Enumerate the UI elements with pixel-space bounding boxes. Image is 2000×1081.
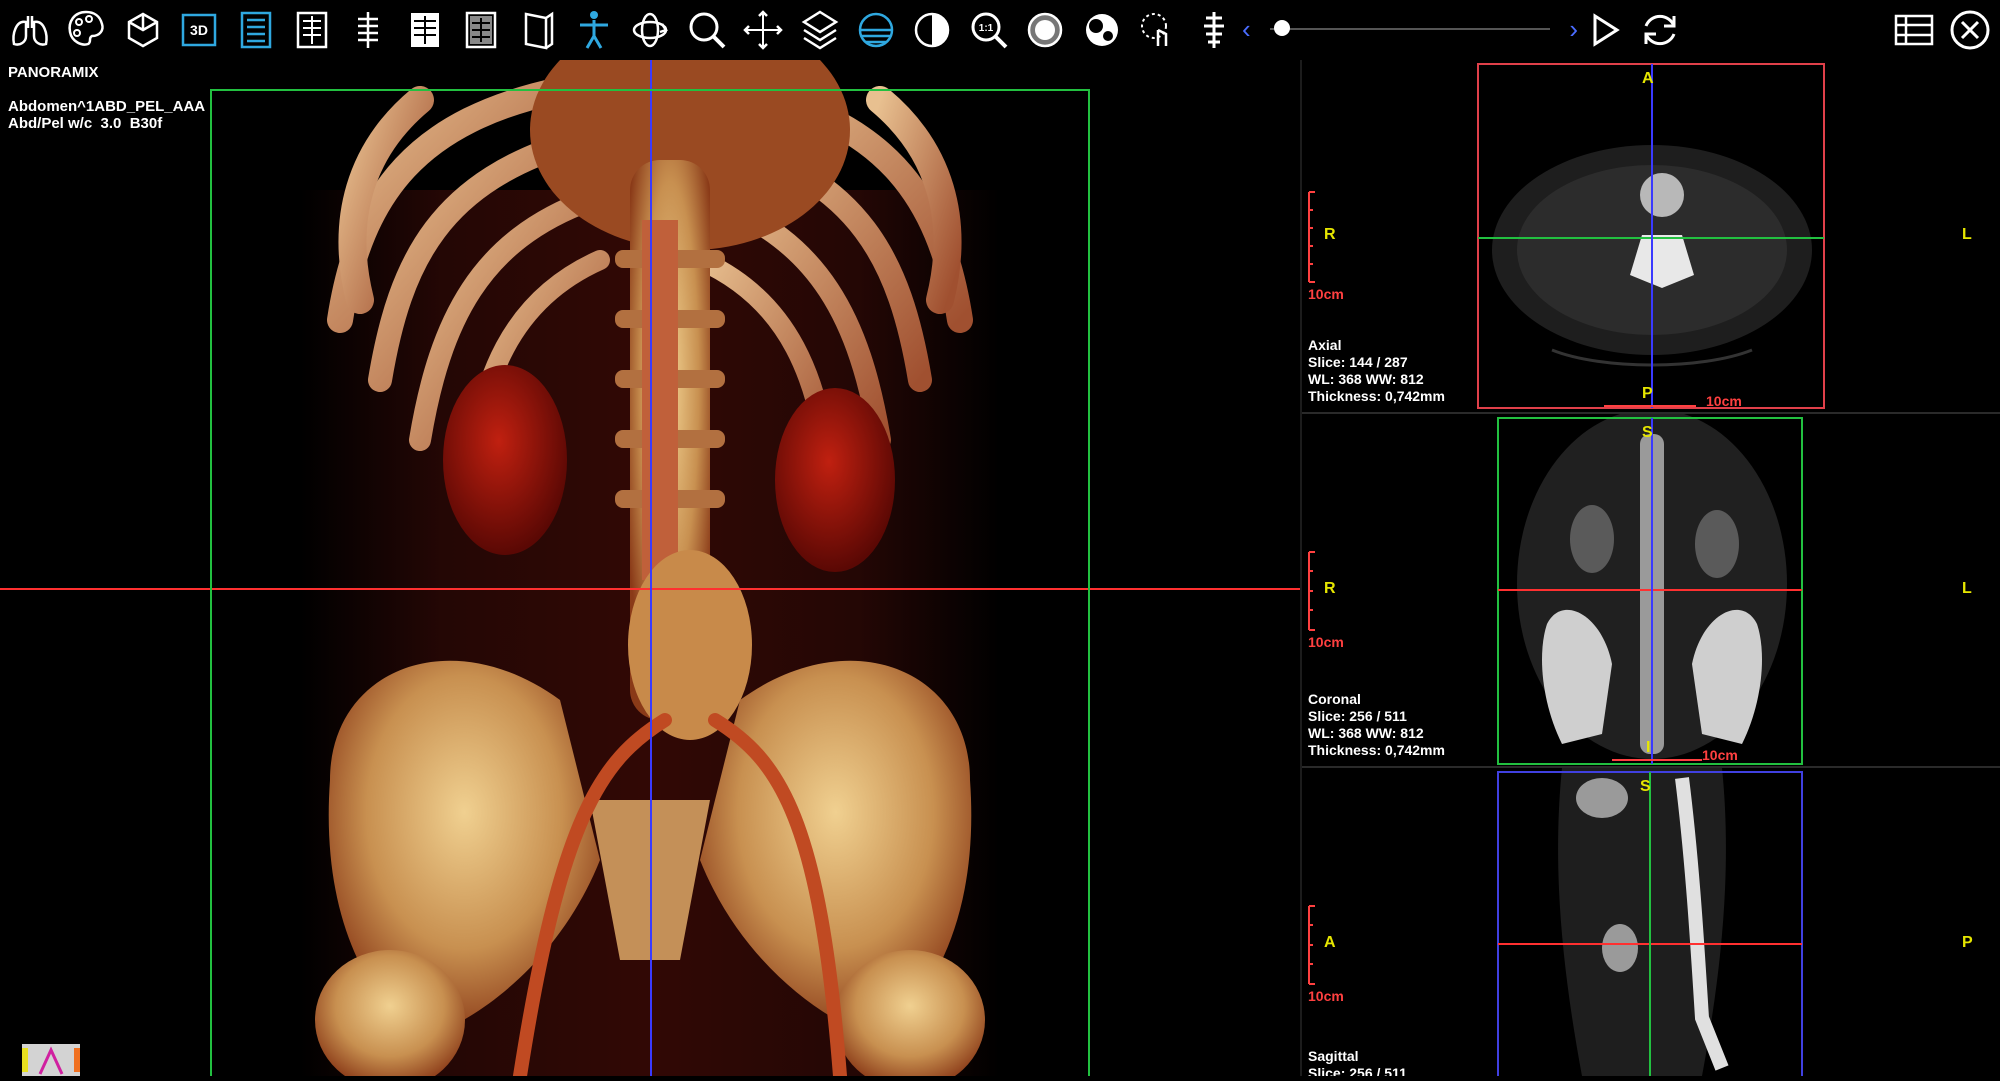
slider-track[interactable] [1270, 28, 1550, 30]
coronal-view[interactable]: S I R L 10cm 10cm Coronal Slice: 256 / 5… [1302, 414, 2000, 768]
sagittal-scale-label: 10cm [1308, 988, 1344, 1004]
axial-thickness: Thickness: 0,742mm [1308, 388, 1445, 404]
windowing-icon[interactable] [852, 6, 900, 54]
anatomy-figure-icon[interactable] [570, 6, 618, 54]
axial-info: Axial Slice: 144 / 287 WL: 368 WW: 812 T… [1308, 337, 1445, 405]
series-description: Abd/Pel w/c 3.0 B30f [8, 115, 163, 132]
contrast-icon[interactable] [908, 6, 956, 54]
inverse-icon[interactable] [1078, 6, 1126, 54]
spine-labels-icon[interactable] [1190, 6, 1238, 54]
sagittal-orient-top: S [1640, 778, 1651, 795]
coronal-scale-label: 10cm [1308, 634, 1344, 650]
sagittal-info: Sagittal Slice: 256 / 511 [1308, 1048, 1407, 1076]
sagittal-title: Sagittal [1308, 1048, 1359, 1064]
zoom-icon[interactable] [683, 6, 731, 54]
orientation-cube-icon[interactable] [22, 1044, 80, 1076]
sagittal-view[interactable]: S A P 10cm Sagittal Slice: 256 / 511 [1302, 768, 2000, 1076]
axial-orient-top: A [1642, 70, 1654, 87]
palette-icon[interactable] [62, 6, 110, 54]
toolbar: 3D 1:1 ‹ › [0, 0, 2000, 60]
slider-thumb[interactable] [1274, 20, 1290, 36]
sagittal-orient-left: A [1324, 934, 1336, 951]
opacity-icon[interactable] [1021, 6, 1069, 54]
svg-text:1:1: 1:1 [979, 23, 994, 34]
close-icon[interactable] [1946, 6, 1994, 54]
axial-orient-left: R [1324, 226, 1336, 243]
app-name: PANORAMIX [8, 64, 99, 81]
cube-3d-icon[interactable] [119, 6, 167, 54]
coronal-orient-top: S [1642, 424, 1653, 441]
coronal-thickness: Thickness: 0,742mm [1308, 742, 1445, 758]
axial-slice: Slice: 144 / 287 [1308, 354, 1408, 370]
coronal-orient-bottom: I [1646, 739, 1651, 756]
axial-orient-right: L [1962, 226, 1972, 243]
axial-view[interactable]: A P R L 10cm 10cm Axial Slice: 144 / 287… [1302, 60, 2000, 414]
volume-render-image [0, 60, 1300, 1076]
touch-select-icon[interactable] [1134, 6, 1182, 54]
coronal-slab-icon[interactable] [232, 6, 280, 54]
bones-slab-icon[interactable] [288, 6, 336, 54]
sagittal-image [1302, 768, 2000, 1076]
axial-scale-bottom-label: 10cm [1706, 393, 1742, 409]
coronal-orient-right: L [1962, 580, 1972, 597]
slider-next-icon[interactable]: › [1569, 14, 1578, 44]
slider-prev-icon[interactable]: ‹ [1242, 14, 1251, 44]
coronal-orient-left: R [1324, 580, 1336, 597]
coronal-info: Coronal Slice: 256 / 511 WL: 368 WW: 812… [1308, 691, 1445, 759]
coronal-scale-bottom-label: 10cm [1702, 747, 1738, 763]
rotate-3d-icon[interactable] [626, 6, 674, 54]
study-description: Abdomen^1ABD_PEL_AAA [8, 98, 206, 115]
axial-orient-bottom: P [1642, 385, 1653, 402]
move-icon[interactable] [739, 6, 787, 54]
lungs-icon[interactable] [6, 6, 54, 54]
3d-view-icon[interactable]: 3D [175, 6, 223, 54]
curved-slab-icon[interactable] [514, 6, 562, 54]
panoramic-slab-icon[interactable] [457, 6, 505, 54]
sagittal-orient-right: P [1962, 934, 1973, 951]
axial-scale-label: 10cm [1308, 286, 1344, 302]
axial-title: Axial [1308, 337, 1342, 353]
axial-window: WL: 368 WW: 812 [1308, 371, 1424, 387]
ribs-slab-icon[interactable] [401, 6, 449, 54]
svg-text:3D: 3D [190, 22, 208, 38]
slice-slider[interactable]: ‹ › [1240, 14, 1580, 44]
sagittal-slice: Slice: 256 / 511 [1308, 1065, 1407, 1076]
play-icon[interactable] [1580, 6, 1628, 54]
layers-icon[interactable] [796, 6, 844, 54]
coronal-slice: Slice: 256 / 511 [1308, 708, 1407, 724]
coronal-title: Coronal [1308, 691, 1361, 707]
refresh-icon[interactable] [1636, 6, 1684, 54]
coronal-window: WL: 368 WW: 812 [1308, 725, 1424, 741]
zoom-1to1-icon[interactable]: 1:1 [965, 6, 1013, 54]
volume-render-view[interactable]: PANORAMIX Abdomen^1ABD_PEL_AAA Abd/Pel w… [0, 60, 1300, 1076]
spine-slab-icon[interactable] [344, 6, 392, 54]
layout-list-icon[interactable] [1890, 6, 1938, 54]
